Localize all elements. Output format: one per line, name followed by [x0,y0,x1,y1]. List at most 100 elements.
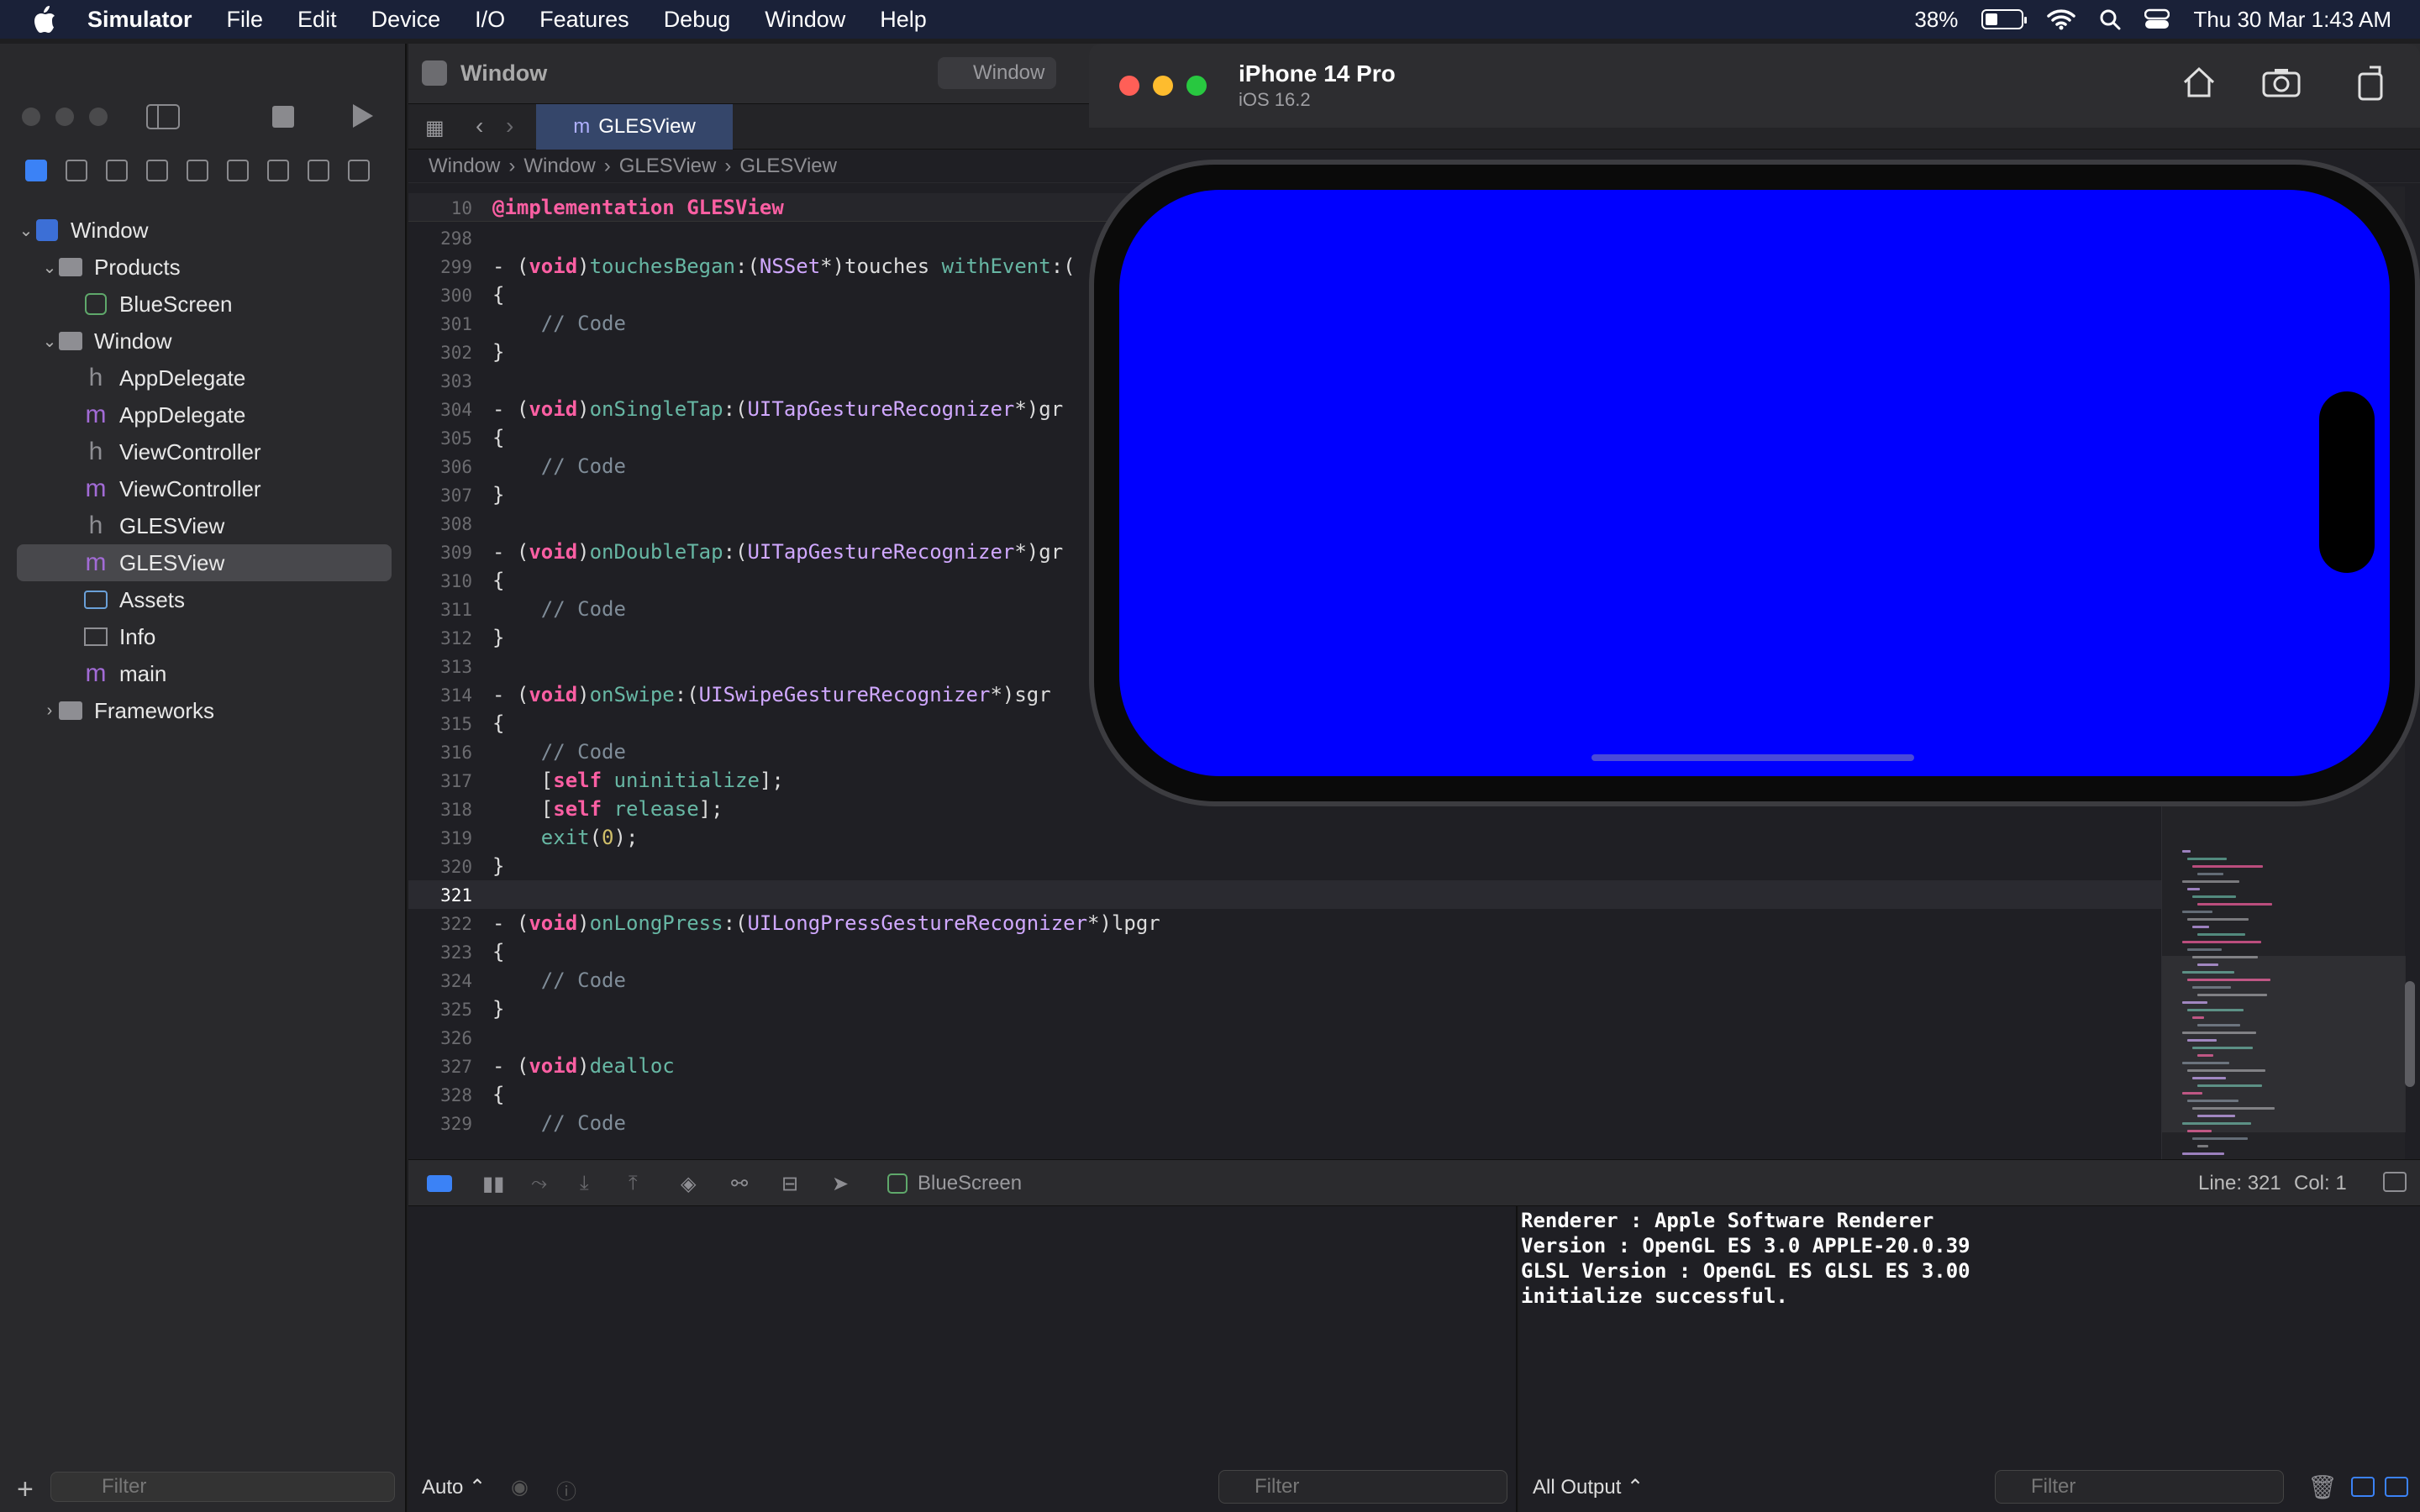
code-line[interactable]: - (void)onDoubleTap:(UITapGestureRecogni… [492,540,1063,564]
menu-window[interactable]: Window [765,7,845,33]
stop-button[interactable] [272,106,294,128]
code-line[interactable]: { [492,711,504,735]
memory-graph-icon[interactable]: ⚯ [731,1172,748,1196]
menu-debug[interactable]: Debug [664,7,731,33]
code-line[interactable]: [self release]; [492,797,723,821]
scheme-selector[interactable]: Window [938,57,1057,89]
breakpoints-toggle-icon[interactable] [427,1175,452,1192]
trash-icon[interactable]: 🗑 [2307,1473,2338,1501]
menu-app[interactable]: Simulator [87,7,192,33]
menubar-clock[interactable]: Thu 30 Mar 1:43 AM [2193,7,2391,33]
code-line[interactable]: - (void)touchesBegan:(NSSet*)touches wit… [492,255,1076,278]
grid-icon[interactable]: ▦ [425,116,445,140]
tree-item-viewcontroller-h[interactable]: h ViewController [17,433,392,470]
back-arrow-icon[interactable]: ‹ [476,113,483,139]
code-line[interactable]: } [492,340,504,364]
code-line[interactable]: { [492,569,504,592]
auto-variables-menu[interactable]: Auto ⌃ [422,1475,486,1499]
tree-item-main[interactable]: m main [17,655,392,692]
show-variables-icon[interactable] [2351,1477,2375,1497]
device-screen[interactable] [1119,190,2390,776]
window-close-button[interactable] [22,108,40,126]
jump-project[interactable]: Window [429,155,500,178]
menu-device[interactable]: Device [371,7,441,33]
wifi-icon[interactable] [2047,8,2076,30]
tree-item-glesview-h[interactable]: h GLESView [17,507,392,544]
folder-navigator-icon[interactable] [25,160,47,181]
code-line[interactable]: // Code [492,740,626,764]
disclosure-closed-icon[interactable]: › [40,701,59,721]
sim-zoom-button[interactable] [1186,76,1207,96]
code-line[interactable]: // Code [492,1111,626,1135]
tab-glesview[interactable]: m GLESView [536,104,733,150]
code-line[interactable]: // Code [492,969,626,992]
battery-icon[interactable] [1981,9,2028,29]
home-indicator[interactable] [1591,754,1914,761]
jump-file[interactable]: GLESView [619,155,717,178]
console-filter-field[interactable]: Filter [1995,1470,2284,1504]
jump-symbol[interactable]: GLESView [739,155,837,178]
window-zoom-button[interactable] [89,108,108,126]
report-navigator-icon[interactable] [348,160,370,181]
environment-overrides-icon[interactable]: ⊟ [781,1172,798,1196]
tree-item-assets[interactable]: Assets [17,581,392,618]
forward-arrow-icon[interactable]: › [506,113,513,139]
menu-features[interactable]: Features [539,7,629,33]
view-hierarchy-icon[interactable]: ◈ [681,1172,696,1196]
tree-item-appdelegate-m[interactable]: m AppDelegate [17,396,392,433]
pause-icon[interactable]: ▮▮ [482,1172,504,1196]
code-line[interactable]: } [492,854,504,878]
source-control-icon[interactable] [66,160,87,181]
code-line[interactable]: - (void)dealloc [492,1054,675,1078]
code-line[interactable]: // Code [492,312,626,335]
scheme-title[interactable]: Window [460,60,547,87]
code-line[interactable]: // Code [492,454,626,478]
menu-file[interactable]: File [227,7,264,33]
screenshot-icon[interactable] [2262,67,2301,97]
info-icon[interactable]: ⓘ [556,1475,576,1504]
sim-close-button[interactable] [1119,76,1139,96]
step-over-icon[interactable]: ⤳ [531,1172,547,1195]
console-output[interactable]: Renderer : Apple Software Renderer Versi… [1519,1206,2420,1512]
spotlight-search-icon[interactable] [2099,8,2121,30]
sim-minimize-button[interactable] [1153,76,1173,96]
test-navigator-icon[interactable] [227,160,249,181]
menu-help[interactable]: Help [880,7,927,33]
tree-item-glesview-m[interactable]: m GLESView [17,544,392,581]
rotate-icon[interactable] [2354,64,2388,101]
editor-scrollbar[interactable] [2405,981,2415,1087]
code-line[interactable]: - (void)onLongPress:(UILongPressGestureR… [492,911,1160,935]
disclosure-open-icon[interactable]: ⌄ [40,331,59,352]
tree-item-products[interactable]: ⌄ Products [17,249,392,286]
code-line[interactable]: } [492,626,504,649]
jump-group[interactable]: Window [523,155,595,178]
home-icon[interactable] [2181,66,2217,99]
apple-menu-icon[interactable] [32,5,57,34]
code-line[interactable]: { [492,1083,504,1106]
step-into-icon[interactable]: ⤓ [580,1172,589,1195]
output-filter-menu[interactable]: All Output ⌃ [1533,1475,1644,1499]
tree-item-frameworks[interactable]: › Frameworks [17,692,392,729]
debug-navigator-icon[interactable] [267,160,289,181]
quick-look-icon[interactable]: ◉ [511,1475,529,1499]
find-navigator-icon[interactable] [146,160,168,181]
tree-item-viewcontroller-m[interactable]: m ViewController [17,470,392,507]
step-out-icon[interactable]: ⤒ [629,1172,638,1195]
code-line[interactable]: { [492,940,504,963]
minimap-viewport[interactable] [2162,956,2406,1132]
window-minimize-button[interactable] [55,108,74,126]
code-line[interactable]: { [492,283,504,307]
tree-item-window-group[interactable]: ⌄ Window [17,323,392,360]
code-line[interactable]: { [492,426,504,449]
navigator-filter-field[interactable]: Filter [50,1472,395,1502]
sidebar-toggle-icon[interactable] [146,104,180,129]
simulate-location-icon[interactable]: ➤ [832,1172,849,1196]
menu-edit[interactable]: Edit [297,7,337,33]
code-line[interactable]: } [492,483,504,507]
disclosure-open-icon[interactable]: ⌄ [17,220,35,241]
issue-navigator-icon[interactable] [187,160,208,181]
show-console-icon[interactable] [2385,1477,2408,1497]
run-button[interactable] [350,102,375,129]
tree-item-project-window[interactable]: ⌄ Window [17,212,392,249]
breakpoint-navigator-icon[interactable] [308,160,329,181]
